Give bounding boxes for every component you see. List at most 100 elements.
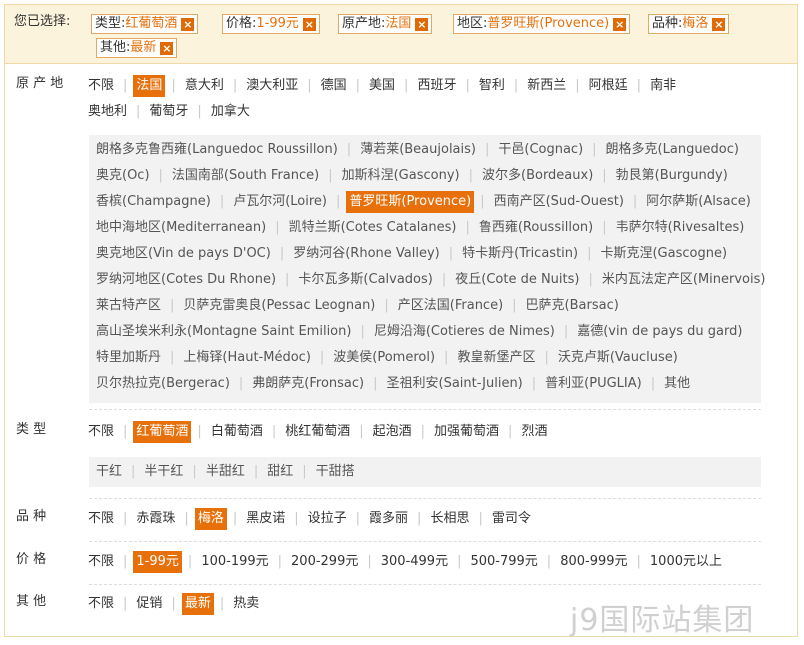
filter-option[interactable]: 波美侯(Pomerol) (330, 347, 438, 369)
filter-option[interactable]: 奥克地区(Vin de pays D'OC) (93, 243, 274, 265)
filter-option[interactable]: 500-799元 (467, 551, 540, 573)
filter-option[interactable]: 产区法国(France) (395, 295, 506, 317)
filter-option[interactable]: 黑皮诺 (243, 508, 288, 530)
selected-chip[interactable]: 其他:最新 × (96, 38, 178, 58)
filter-option[interactable]: 促销 (133, 593, 165, 615)
filter-option[interactable]: 圣祖利安(Saint-Julien) (384, 373, 526, 395)
filter-option[interactable]: 不限 (85, 508, 117, 530)
filter-option[interactable]: 阿尔萨斯(Alsace) (643, 191, 754, 213)
filter-option[interactable]: 桃红葡萄酒 (282, 421, 353, 443)
filter-option[interactable]: 特卡斯丹(Tricastin) (459, 243, 581, 265)
filter-option[interactable]: 100-199元 (198, 551, 271, 573)
filter-option[interactable]: 雷司令 (489, 508, 534, 530)
filter-option[interactable]: 霞多丽 (366, 508, 411, 530)
filter-option[interactable]: 勃艮第(Burgundy) (613, 165, 731, 187)
filter-option[interactable]: 设拉子 (305, 508, 350, 530)
filter-option[interactable]: 贝尔热拉克(Bergerac) (93, 373, 233, 395)
filter-option[interactable]: 沃克卢斯(Vaucluse) (555, 347, 681, 369)
filter-option[interactable]: 澳大利亚 (243, 75, 301, 97)
filter-option[interactable]: 奥地利 (85, 101, 130, 123)
filter-option[interactable]: 米内瓦法定产区(Minervois) (599, 269, 769, 291)
filter-option[interactable]: 梅洛 (194, 508, 227, 530)
filter-option[interactable]: 卢瓦尔河(Loire) (230, 191, 330, 213)
filter-option[interactable]: 白葡萄酒 (208, 421, 266, 443)
close-icon[interactable]: × (712, 18, 726, 31)
close-icon[interactable]: × (415, 18, 429, 31)
filter-option[interactable]: 不限 (85, 421, 117, 443)
filter-option[interactable]: 起泡酒 (370, 421, 415, 443)
filter-option[interactable]: 罗纳河谷(Rhone Valley) (290, 243, 443, 265)
filter-option[interactable]: 贝萨克雷奥良(Pessac Leognan) (180, 295, 378, 317)
filter-option[interactable]: 不限 (85, 75, 117, 97)
filter-option[interactable]: 朗格多克(Languedoc) (603, 139, 742, 161)
selected-chip[interactable]: 品种:梅洛 × (648, 14, 730, 34)
filter-option[interactable]: 巴萨克(Barsac) (523, 295, 622, 317)
filter-option[interactable]: 薄若莱(Beaujolais) (357, 139, 479, 161)
filter-option[interactable]: 法国南部(South France) (169, 165, 322, 187)
filter-option[interactable]: 热卖 (230, 593, 262, 615)
filter-option[interactable]: 特里加斯丹 (93, 347, 164, 369)
filter-option[interactable]: 夜丘(Cote de Nuits) (452, 269, 582, 291)
close-icon[interactable]: × (160, 42, 174, 55)
filter-option[interactable]: 烈酒 (518, 421, 550, 443)
filter-option[interactable]: 韦萨尔特(Rivesaltes) (613, 217, 748, 239)
filter-option[interactable]: 干邑(Cognac) (495, 139, 586, 161)
filter-option[interactable]: 上梅铎(Haut-Médoc) (180, 347, 313, 369)
close-icon[interactable]: × (302, 18, 316, 31)
filter-option[interactable]: 加斯科涅(Gascony) (339, 165, 463, 187)
filter-option[interactable]: 西班牙 (414, 75, 459, 97)
selected-chip[interactable]: 原产地:法国 × (338, 14, 433, 34)
selected-chip[interactable]: 地区:普罗旺斯(Provence) × (453, 14, 631, 34)
filter-option[interactable]: 西南产区(Sud-Ouest) (491, 191, 627, 213)
close-icon[interactable]: × (181, 18, 195, 31)
filter-option[interactable]: 教皇新堡产区 (454, 347, 538, 369)
filter-option[interactable]: 智利 (476, 75, 508, 97)
filter-option[interactable]: 加强葡萄酒 (431, 421, 502, 443)
filter-option[interactable]: 德国 (318, 75, 350, 97)
filter-option[interactable]: 甜红 (264, 461, 296, 483)
filter-option[interactable]: 不限 (85, 551, 117, 573)
close-icon[interactable]: × (613, 18, 627, 31)
filter-option[interactable]: 半干红 (141, 461, 186, 483)
filter-option[interactable]: 南非 (647, 75, 679, 97)
filter-option[interactable]: 罗纳河地区(Cotes Du Rhone) (93, 269, 279, 291)
filter-option[interactable]: 嘉德(vin de pays du gard) (574, 321, 745, 343)
filter-option[interactable]: 1-99元 (133, 551, 182, 573)
filter-option[interactable]: 地中海地区(Mediterranean) (93, 217, 269, 239)
filter-option[interactable]: 半甜红 (203, 461, 248, 483)
filter-option[interactable]: 高山圣埃米利永(Montagne Saint Emilion) (93, 321, 354, 343)
filter-option[interactable]: 新西兰 (524, 75, 569, 97)
filter-option[interactable]: 200-299元 (288, 551, 361, 573)
filter-option[interactable]: 弗朗萨克(Fronsac) (249, 373, 367, 395)
filter-option[interactable]: 红葡萄酒 (133, 421, 192, 443)
filter-option[interactable]: 莱古特产区 (93, 295, 164, 317)
filter-option[interactable]: 法国 (133, 75, 166, 97)
filter-option[interactable]: 最新 (181, 593, 214, 615)
filter-option[interactable]: 鲁西雍(Roussillon) (476, 217, 596, 239)
filter-option[interactable]: 凯特兰斯(Cotes Catalanes) (286, 217, 460, 239)
filter-option[interactable]: 奥克(Oc) (93, 165, 153, 187)
filter-option[interactable]: 普罗旺斯(Provence) (346, 191, 475, 213)
filter-option[interactable]: 波尔多(Bordeaux) (479, 165, 596, 187)
filter-option[interactable]: 美国 (366, 75, 398, 97)
filter-option[interactable]: 长相思 (427, 508, 472, 530)
filter-option[interactable]: 干甜搭 (313, 461, 358, 483)
filter-option[interactable]: 卡尔瓦多斯(Calvados) (295, 269, 435, 291)
filter-option[interactable]: 赤霞珠 (133, 508, 178, 530)
filter-option[interactable]: 800-999元 (557, 551, 630, 573)
filter-option[interactable]: 干红 (93, 461, 125, 483)
filter-option[interactable]: 香槟(Champagne) (93, 191, 214, 213)
selected-chip[interactable]: 价格:1-99元 × (222, 14, 320, 34)
filter-option[interactable]: 300-499元 (378, 551, 451, 573)
filter-option[interactable]: 尼姆沿海(Cotieres de Nimes) (371, 321, 558, 343)
filter-option[interactable]: 普利亚(PUGLIA) (542, 373, 645, 395)
filter-option[interactable]: 卡斯克涅(Gascogne) (597, 243, 730, 265)
filter-option[interactable]: 加拿大 (208, 101, 253, 123)
filter-option[interactable]: 阿根廷 (586, 75, 631, 97)
filter-option[interactable]: 葡萄牙 (146, 101, 191, 123)
filter-option[interactable]: 1000元以上 (647, 551, 725, 573)
filter-option[interactable]: 意大利 (182, 75, 227, 97)
filter-option[interactable]: 其他 (661, 373, 693, 395)
filter-option[interactable]: 朗格多克鲁西雍(Languedoc Roussillon) (93, 139, 341, 161)
filter-option[interactable]: 不限 (85, 593, 117, 615)
